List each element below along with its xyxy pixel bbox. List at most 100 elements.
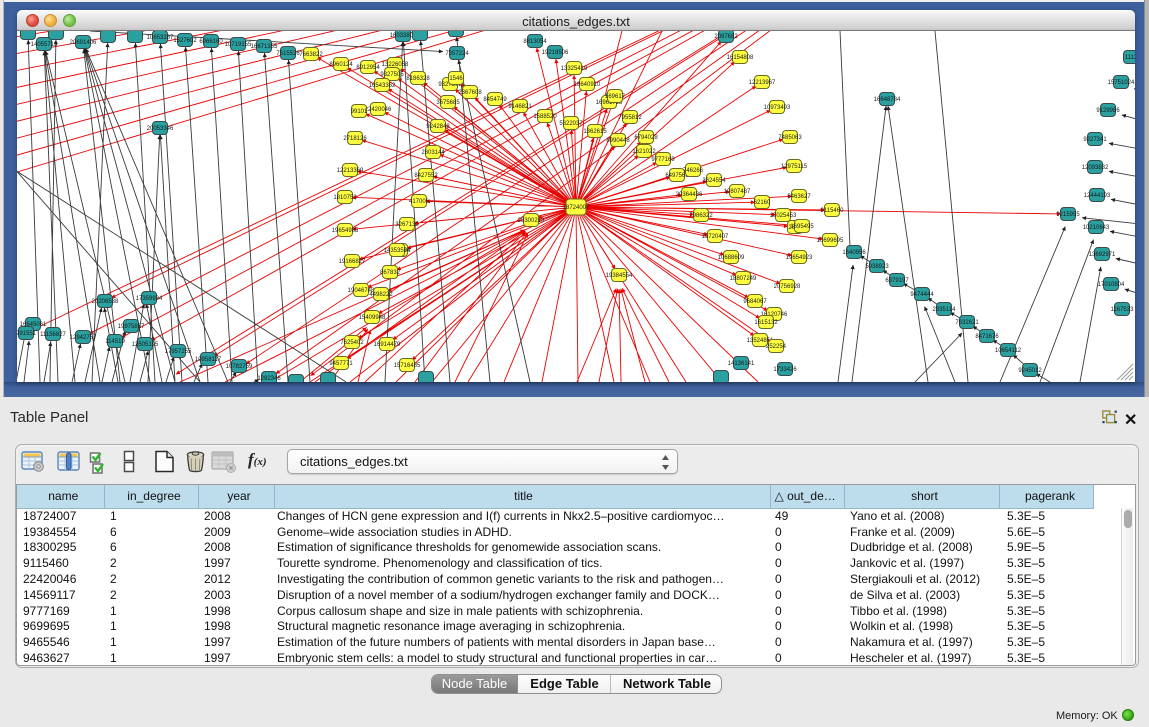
svg-text:1733426: 1733426	[773, 367, 797, 373]
svg-text:13692971: 13692971	[1089, 252, 1116, 258]
svg-text:20053346: 20053346	[147, 126, 174, 132]
svg-text:8454749: 8454749	[483, 97, 507, 103]
svg-text:3267130: 3267130	[395, 222, 419, 228]
svg-text:16671355: 16671355	[251, 44, 278, 50]
svg-text:1640956: 1640956	[842, 250, 866, 256]
svg-text:252254: 252254	[766, 344, 787, 350]
svg-text:13325419: 13325419	[561, 66, 588, 72]
svg-text:10958117: 10958117	[195, 357, 222, 363]
svg-text:10699695: 10699695	[817, 238, 844, 244]
svg-text:10210643: 10210643	[1083, 225, 1110, 231]
svg-text:2087682: 2087682	[714, 34, 738, 40]
svg-text:8912954: 8912954	[356, 65, 380, 71]
svg-text:9215955: 9215955	[1056, 212, 1080, 218]
svg-text:9463627: 9463627	[787, 194, 811, 200]
svg-text:10719155: 10719155	[225, 42, 252, 48]
svg-text:2718126: 2718126	[343, 136, 367, 142]
svg-text:12942757: 12942757	[70, 335, 97, 341]
svg-text:18640910: 18640910	[574, 82, 601, 88]
svg-text:14136141: 14136141	[728, 361, 755, 367]
svg-text:7485063: 7485063	[778, 135, 802, 141]
svg-text:20206538: 20206538	[92, 299, 119, 305]
svg-text:5322037: 5322037	[559, 121, 583, 127]
svg-text:15751024: 15751024	[1108, 80, 1135, 86]
svg-text:7632621: 7632621	[955, 320, 979, 326]
svg-text:9129986: 9129986	[1096, 108, 1120, 114]
svg-text:12975115: 12975115	[781, 164, 808, 170]
svg-text:1621022: 1621022	[632, 149, 656, 155]
svg-text:169617: 169617	[605, 94, 626, 100]
svg-text:19975857: 19975857	[118, 324, 145, 330]
svg-text:10973493: 10973493	[764, 105, 791, 111]
svg-text:10653287: 10653287	[147, 35, 174, 41]
svg-text:16543362: 16543362	[369, 83, 396, 89]
svg-text:1695495: 1695495	[790, 224, 814, 230]
svg-text:16914479: 16914479	[374, 342, 401, 348]
svg-text:6794028: 6794028	[634, 135, 658, 141]
svg-text:10654112: 10654112	[995, 348, 1022, 354]
svg-text:6966160: 6966160	[199, 39, 223, 45]
svg-text:8186328: 8186328	[406, 76, 430, 82]
svg-text:2935114: 2935114	[933, 307, 957, 313]
svg-text:10807487: 10807487	[724, 189, 751, 195]
svg-text:12093832: 12093832	[1082, 165, 1109, 171]
svg-text:9245012: 9245012	[1018, 368, 1042, 374]
svg-text:8990448: 8990448	[606, 138, 630, 144]
svg-text:2803144: 2803144	[421, 150, 445, 156]
svg-text:12213967: 12213967	[749, 80, 776, 86]
svg-text:10688609: 10688609	[718, 255, 745, 261]
svg-text:1588520: 1588520	[533, 114, 557, 120]
svg-text:7625402: 7625402	[340, 340, 364, 346]
svg-text:19654923: 19654923	[786, 255, 813, 261]
svg-text:7357224: 7357224	[445, 51, 469, 57]
svg-text:9115460: 9115460	[821, 208, 845, 214]
svg-text:1615132: 1615132	[754, 320, 778, 326]
svg-text:8427552: 8427552	[414, 173, 438, 179]
svg-text:16648784: 16648784	[874, 97, 901, 103]
svg-text:9146821: 9146821	[508, 104, 532, 110]
svg-text:15409948: 15409948	[359, 315, 386, 321]
svg-text:14353594: 14353594	[384, 248, 411, 254]
svg-text:9457771: 9457771	[329, 361, 353, 367]
svg-text:7955812: 7955812	[618, 115, 642, 121]
svg-text:62160: 62160	[754, 200, 771, 206]
svg-text:417006: 417006	[409, 199, 430, 205]
svg-text:1546: 1546	[449, 76, 463, 82]
svg-text:1527602: 1527602	[173, 38, 197, 44]
svg-text:20364436: 20364436	[676, 192, 703, 198]
svg-text:9684067: 9684067	[743, 299, 767, 305]
svg-text:18807249: 18807249	[730, 276, 757, 282]
svg-text:991551: 991551	[17, 331, 37, 337]
svg-text:9777169: 9777169	[651, 157, 675, 163]
svg-text:11156827: 11156827	[40, 332, 66, 338]
svg-text:1167533: 1167533	[1111, 307, 1135, 313]
svg-text:8960124: 8960124	[329, 62, 353, 68]
svg-text:1292346: 1292346	[257, 376, 281, 382]
svg-text:12505195: 12505195	[132, 342, 159, 348]
svg-text:10782759: 10782759	[226, 364, 253, 370]
svg-text:14055713: 14055713	[31, 42, 58, 48]
svg-text:1810753: 1810753	[333, 195, 357, 201]
svg-text:17957255: 17957255	[165, 349, 192, 355]
svg-text:19384554: 19384554	[606, 273, 633, 279]
svg-text:15720407: 15720407	[702, 234, 729, 240]
svg-text:5938923: 5938923	[865, 264, 889, 270]
svg-text:114519: 114519	[105, 339, 125, 345]
svg-text:28300213: 28300213	[518, 218, 545, 224]
svg-text:19218506: 19218506	[542, 50, 569, 56]
svg-text:10025453: 10025453	[770, 213, 797, 219]
svg-text:9242848: 9242848	[426, 124, 450, 130]
svg-text:19166827: 19166827	[339, 259, 366, 265]
svg-text:20691406: 20691406	[70, 40, 97, 46]
svg-text:7986322: 7986322	[689, 213, 713, 219]
svg-text:99101: 99101	[351, 109, 368, 115]
svg-text:8813054: 8813054	[523, 39, 547, 45]
svg-text:1362615: 1362615	[583, 129, 607, 135]
svg-text:12444193: 12444193	[1084, 193, 1111, 199]
svg-text:17359934: 17359934	[136, 296, 163, 302]
svg-text:4498222: 4498222	[369, 292, 393, 298]
svg-text:3675685: 3675685	[436, 100, 460, 106]
svg-text:9474444: 9474444	[910, 292, 934, 298]
svg-text:8471676: 8471676	[975, 334, 999, 340]
svg-text:20756928: 20756928	[774, 284, 801, 290]
